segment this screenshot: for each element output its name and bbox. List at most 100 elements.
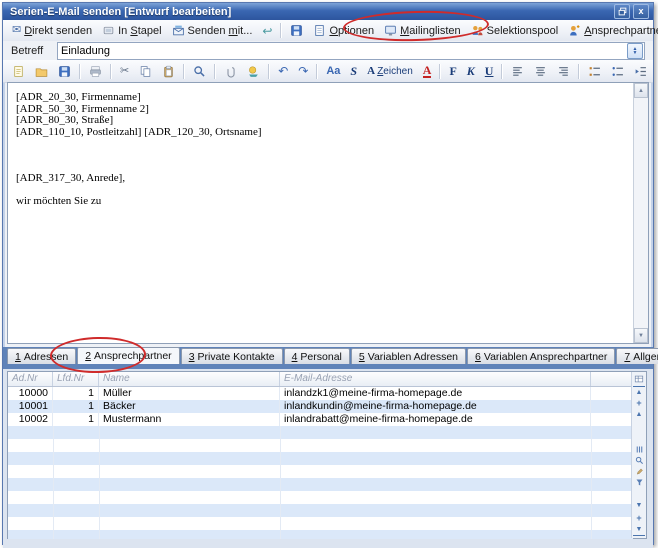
cell-ad-nr: 10001 bbox=[8, 400, 53, 413]
arrow-up-icon: ▲ bbox=[638, 88, 644, 94]
save-button[interactable] bbox=[53, 63, 76, 80]
align-right-button[interactable] bbox=[552, 63, 575, 80]
header-lfd-nr[interactable]: Lfd.Nr bbox=[53, 372, 99, 386]
direct-send-label: Direkt senden bbox=[24, 25, 92, 37]
bullet-list-button[interactable] bbox=[606, 63, 629, 80]
message-body-editor[interactable]: [ADR_20_30, Firmenname] [ADR_50_30, Firm… bbox=[8, 83, 633, 343]
scroll-last-button[interactable]: ▼ bbox=[633, 524, 645, 536]
tab-ansprechpartner[interactable]: 2Ansprechpartner bbox=[77, 347, 179, 364]
body-line: [ADR_317_30, Anrede], bbox=[16, 173, 633, 185]
direct-send-button[interactable]: ✉ Direkt senden bbox=[7, 23, 97, 39]
attach-button[interactable] bbox=[219, 63, 242, 80]
toolbar-separator bbox=[110, 64, 112, 79]
batch-send-button[interactable]: In Stapel bbox=[97, 22, 166, 39]
outdent-icon bbox=[634, 65, 647, 78]
filter-button[interactable] bbox=[633, 477, 645, 488]
open-folder-icon bbox=[35, 65, 48, 78]
align-right-icon bbox=[557, 65, 570, 78]
insert-reply-button[interactable]: ↩ bbox=[257, 23, 277, 39]
send-with-icon bbox=[172, 24, 185, 37]
open-button[interactable] bbox=[30, 63, 53, 80]
tab-variablen-adressen[interactable]: 5Variablen Adressen bbox=[351, 348, 466, 364]
table-row[interactable]: 10000 1 Müller inlandzk1@meine-firma-hom… bbox=[8, 387, 633, 400]
tab-allgemeine-variablen[interactable]: 7Allgemeine Variablen bbox=[616, 348, 658, 364]
header-name[interactable]: Name bbox=[99, 372, 280, 386]
mailing-lists-button[interactable]: Mailinglisten bbox=[379, 22, 466, 39]
bullet-list-icon bbox=[611, 65, 624, 78]
align-center-icon bbox=[534, 65, 547, 78]
numbered-list-button[interactable] bbox=[583, 63, 606, 80]
underline-button[interactable]: U bbox=[480, 63, 499, 79]
align-center-button[interactable] bbox=[529, 63, 552, 80]
toolbar-separator bbox=[578, 64, 580, 79]
tab-personal[interactable]: 4Personal bbox=[284, 348, 350, 364]
tab-variablen-ansprechpartner[interactable]: 6Variablen Ansprechpartner bbox=[467, 348, 615, 364]
body-line bbox=[16, 184, 633, 196]
subject-combobox[interactable]: Einladung ▲ ▼ bbox=[57, 42, 645, 60]
font-color-label: A bbox=[423, 64, 432, 78]
redo-button[interactable]: ↷ bbox=[293, 63, 313, 79]
send-with-label: Senden mit... bbox=[188, 25, 253, 37]
header-email[interactable]: E-Mail-Adresse bbox=[280, 372, 591, 386]
send-with-button[interactable]: Senden mit... bbox=[167, 22, 258, 39]
tab-adressen[interactable]: 1Adressen bbox=[7, 348, 76, 364]
scroll-down-button[interactable]: ▼ bbox=[634, 328, 648, 343]
arrow-up-icon: ▲ bbox=[636, 389, 643, 396]
arrow-down-icon: ▼ bbox=[638, 333, 644, 339]
close-icon: x bbox=[638, 7, 643, 16]
options-button[interactable]: Optionen bbox=[308, 22, 379, 39]
search-button[interactable] bbox=[188, 63, 211, 80]
grid-search-button[interactable] bbox=[633, 455, 645, 466]
recipients-pane: Ad.Nr Lfd.Nr Name E-Mail-Adresse 10000 1… bbox=[3, 369, 653, 548]
scroll-up-button[interactable]: ▲ bbox=[634, 83, 648, 98]
body-line: [ADR_110_10, Postleitzahl] [ADR_120_30, … bbox=[16, 127, 633, 139]
header-ad-nr[interactable]: Ad.Nr bbox=[8, 372, 53, 386]
columns-button[interactable] bbox=[633, 444, 645, 455]
table-row[interactable]: 10002 1 Mustermann inlandrabatt@meine-fi… bbox=[8, 413, 633, 426]
font-color-button[interactable]: A bbox=[418, 62, 437, 80]
column-line bbox=[53, 426, 54, 539]
bold-button[interactable]: F bbox=[444, 63, 461, 79]
toolbar-separator bbox=[316, 64, 318, 79]
scroll-down-button[interactable]: ▼ bbox=[633, 500, 645, 511]
undo-button[interactable]: ↶ bbox=[273, 63, 293, 79]
tab-private-kontakte[interactable]: 3Private Kontakte bbox=[181, 348, 283, 364]
print-button[interactable] bbox=[84, 63, 107, 80]
indent-button[interactable] bbox=[652, 63, 658, 80]
character-dialog-button[interactable]: A Zeichen bbox=[362, 64, 418, 79]
body-scrollbar[interactable]: ▲ ▼ bbox=[633, 83, 648, 343]
table-row[interactable]: 10001 1 Bäcker inlandkundin@meine-firma-… bbox=[8, 400, 633, 413]
cell-lfd-nr: 1 bbox=[53, 400, 99, 413]
pencil-icon bbox=[635, 467, 644, 476]
add-contact-person-button[interactable]: Ansprechpartner hinzufügen bbox=[563, 22, 658, 39]
outdent-button[interactable] bbox=[629, 63, 652, 80]
cell-email: inlandrabatt@meine-firma-homepage.de bbox=[280, 413, 591, 426]
stationery-button[interactable] bbox=[242, 63, 265, 80]
font-button[interactable]: Aa bbox=[321, 63, 345, 79]
save-draft-button[interactable] bbox=[285, 22, 308, 39]
restore-button[interactable] bbox=[614, 4, 630, 19]
cut-icon: ✂ bbox=[120, 66, 129, 77]
people-icon bbox=[471, 24, 484, 37]
paste-button[interactable] bbox=[157, 63, 180, 80]
new-template-button[interactable] bbox=[7, 63, 30, 80]
selection-pool-button[interactable]: Selektionspool bbox=[466, 22, 564, 39]
toolbar-separator bbox=[280, 23, 282, 38]
italic-button[interactable]: K bbox=[462, 63, 480, 79]
restore-icon bbox=[618, 7, 627, 16]
scroll-up-button[interactable]: ▲ bbox=[633, 409, 645, 420]
add-record-button[interactable]: + bbox=[633, 398, 645, 409]
cut-button[interactable]: ✂ bbox=[115, 64, 134, 79]
font-style-button[interactable]: S bbox=[345, 63, 362, 79]
copy-button[interactable] bbox=[134, 63, 157, 80]
redo-icon: ↷ bbox=[298, 65, 308, 77]
edit-record-button[interactable] bbox=[633, 466, 645, 477]
add-record-button[interactable]: + bbox=[633, 513, 645, 524]
scroll-first-button[interactable]: ▲ bbox=[633, 386, 645, 398]
column-chooser-button[interactable] bbox=[633, 373, 645, 384]
subject-spinner-button[interactable]: ▲ ▼ bbox=[627, 43, 643, 59]
mailing-lists-icon bbox=[384, 24, 397, 37]
character-dialog-label: A Zeichen bbox=[367, 66, 413, 77]
close-button[interactable]: x bbox=[633, 4, 649, 19]
align-left-button[interactable] bbox=[506, 63, 529, 80]
